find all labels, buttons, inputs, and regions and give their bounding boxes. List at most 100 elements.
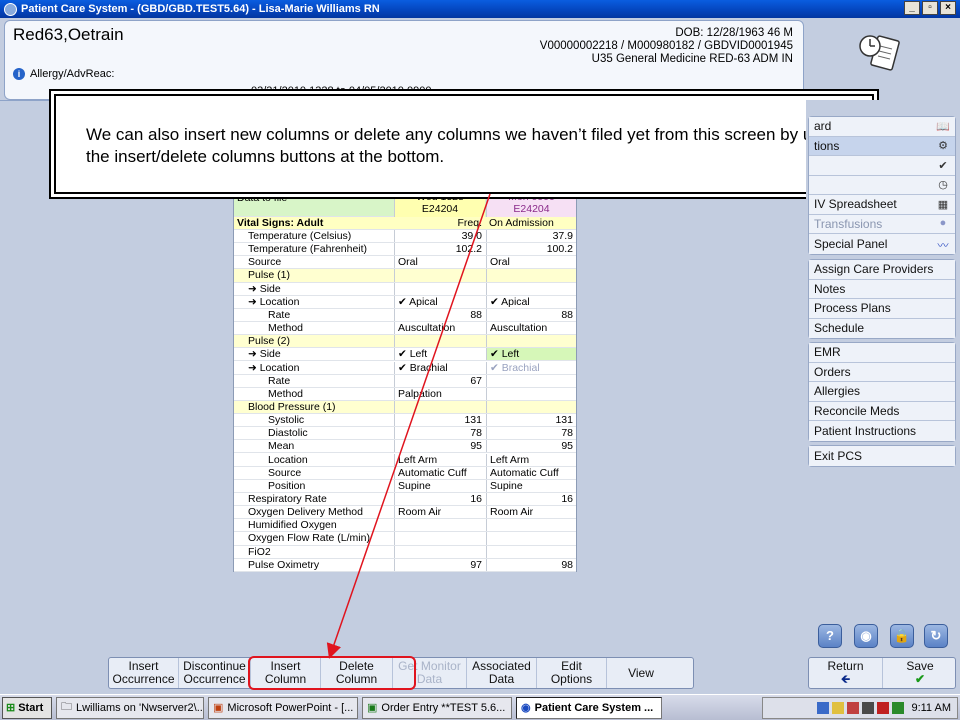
cell-wed[interactable]: 16 — [394, 493, 485, 506]
cell-mon[interactable]: ✔ Brachial — [486, 361, 576, 374]
nav-item-emr[interactable]: EMR — [809, 343, 955, 363]
cell-wed[interactable]: 102.2 — [394, 243, 485, 256]
cell-wed[interactable]: 67 — [394, 374, 485, 387]
cell-mon[interactable]: 100.2 — [486, 243, 576, 256]
globe-icon[interactable]: ◉ — [854, 624, 878, 648]
nav-item-schedule[interactable]: Schedule — [809, 318, 955, 338]
cell-wed[interactable]: 88 — [394, 308, 485, 321]
cell-mon[interactable]: 98 — [486, 558, 576, 571]
sync-icon[interactable] — [892, 702, 905, 714]
nav-item-notes[interactable]: Notes — [809, 279, 955, 299]
security-icon[interactable] — [832, 702, 845, 714]
nav-item-special-panel[interactable]: Special Panel 〰 — [809, 234, 955, 254]
discontinue-occurrence-button[interactable]: Discontinue Occurrence — [179, 658, 251, 688]
cell-wed[interactable]: ✔ Left — [394, 348, 485, 361]
nav-item-patient-instructions[interactable]: Patient Instructions — [809, 421, 955, 441]
cell-mon[interactable]: 95 — [486, 440, 576, 453]
cell-mon[interactable]: 131 — [486, 414, 576, 427]
nav-item-tions[interactable]: tions ⚙ — [809, 136, 955, 156]
nav-item-orders[interactable]: Orders — [809, 362, 955, 382]
nav-item-icon-3[interactable]: ◷ — [809, 175, 955, 195]
nav-item-exit-pcs[interactable]: Exit PCS — [809, 446, 955, 466]
cell-mon[interactable]: Left Arm — [486, 453, 576, 466]
antivirus-icon[interactable] — [847, 702, 860, 714]
nav-item-assign-care-providers[interactable]: Assign Care Providers — [809, 260, 955, 280]
cell-wed[interactable] — [394, 269, 485, 282]
insert-occurrence-button[interactable]: Insert Occurrence — [109, 658, 179, 688]
n-app-icon[interactable] — [877, 702, 890, 714]
help-icon[interactable]: ? — [818, 624, 842, 648]
taskbar-item-explorer[interactable]: 🗀 Lwilliams on 'Nwserver2\... — [56, 696, 204, 719]
taskbar-item-patient-care[interactable]: ◉ Patient Care System ... — [516, 696, 662, 719]
cell-wed[interactable]: 39.0 — [394, 230, 485, 243]
cell-wed[interactable]: ✔ Brachial — [394, 361, 485, 374]
nav-item-iv-spreadsheet[interactable]: IV Spreadsheet ▦ — [809, 195, 955, 215]
cell-wed[interactable] — [394, 545, 485, 558]
start-button[interactable]: ⊞ Start — [2, 696, 52, 719]
column-header-wed[interactable]: Wed 1328 E24204 — [394, 191, 485, 217]
nav-item-icon-2[interactable]: ✔ — [809, 156, 955, 176]
minimize-button[interactable]: _ — [904, 1, 920, 15]
info-icon[interactable]: i — [13, 68, 25, 80]
cell-wed[interactable]: Left Arm — [394, 453, 485, 466]
return-button[interactable]: Return 🡸 — [809, 658, 883, 688]
cell-wed[interactable]: 95 — [394, 440, 485, 453]
cell-mon[interactable] — [486, 374, 576, 387]
network-icon[interactable] — [817, 702, 830, 714]
cell-mon[interactable] — [486, 269, 576, 282]
cell-wed[interactable]: Palpation — [394, 387, 485, 400]
refresh-icon[interactable]: ↻ — [924, 624, 948, 648]
restore-button[interactable]: ▫ — [922, 1, 938, 15]
taskbar-item-order-entry[interactable]: ▣ Order Entry **TEST 5.6... — [362, 696, 512, 719]
clock-clipboard-icon[interactable] — [856, 32, 904, 72]
cell-mon[interactable] — [486, 545, 576, 558]
cell-wed[interactable]: ✔ Apical — [394, 295, 485, 308]
edit-options-button[interactable]: Edit Options — [537, 658, 607, 688]
column-header-mon[interactable]: Mon 0900 E24204 — [486, 191, 576, 217]
cell-mon[interactable] — [486, 400, 576, 414]
cell-wed[interactable]: 131 — [394, 414, 485, 427]
cell-mon[interactable]: 88 — [486, 308, 576, 321]
cell-mon[interactable]: Automatic Cuff — [486, 466, 576, 479]
cell-mon[interactable]: ✔ Left — [486, 348, 576, 361]
cell-mon[interactable]: 78 — [486, 427, 576, 440]
cell-mon[interactable] — [486, 282, 576, 295]
cell-mon[interactable]: Auscultation — [486, 322, 576, 335]
associated-data-button[interactable]: Associated Data — [467, 658, 537, 688]
cell-mon[interactable] — [486, 387, 576, 400]
cell-wed[interactable] — [394, 532, 485, 545]
nav-item-reconcile-meds[interactable]: Reconcile Meds — [809, 401, 955, 421]
cell-wed[interactable]: Room Air — [394, 506, 485, 519]
cell-mon[interactable]: 37.9 — [486, 230, 576, 243]
cell-mon[interactable]: 16 — [486, 493, 576, 506]
table-row: Position Supine Supine — [234, 479, 576, 493]
close-button[interactable]: × — [940, 1, 956, 15]
cell-wed[interactable]: Oral — [394, 256, 485, 269]
cell-wed[interactable] — [394, 519, 485, 532]
cell-mon[interactable] — [486, 335, 576, 348]
view-button[interactable]: View — [607, 658, 675, 688]
cell-mon[interactable]: ✔ Apical — [486, 295, 576, 308]
cell-mon[interactable] — [486, 519, 576, 532]
nav-item-process-plans[interactable]: Process Plans — [809, 299, 955, 319]
cell-wed[interactable]: 97 — [394, 558, 485, 571]
cell-wed[interactable] — [394, 400, 485, 414]
cell-wed[interactable]: Auscultation — [394, 322, 485, 335]
cell-wed[interactable] — [394, 335, 485, 348]
save-button[interactable]: Save ✔ — [883, 658, 957, 688]
cell-wed[interactable]: Automatic Cuff — [394, 466, 485, 479]
nav-item-allergies[interactable]: Allergies — [809, 382, 955, 402]
cell-mon[interactable] — [486, 532, 576, 545]
taskbar-item-powerpoint[interactable]: ▣ Microsoft PowerPoint - [... — [208, 696, 358, 719]
volume-icon[interactable] — [862, 702, 875, 714]
cell-mon[interactable]: Supine — [486, 479, 576, 492]
cell-wed[interactable]: Supine — [394, 479, 485, 492]
cell-mon[interactable]: Room Air — [486, 506, 576, 519]
nav-item-transfusions[interactable]: Transfusions ● — [809, 214, 955, 234]
allergy-row[interactable]: i Allergy/AdvReac: — [13, 68, 114, 80]
lock-icon[interactable]: 🔒 — [890, 624, 914, 648]
cell-wed[interactable] — [394, 282, 485, 295]
nav-item-ard[interactable]: ard 📖 — [809, 117, 955, 137]
cell-mon[interactable]: Oral — [486, 256, 576, 269]
cell-wed[interactable]: 78 — [394, 427, 485, 440]
